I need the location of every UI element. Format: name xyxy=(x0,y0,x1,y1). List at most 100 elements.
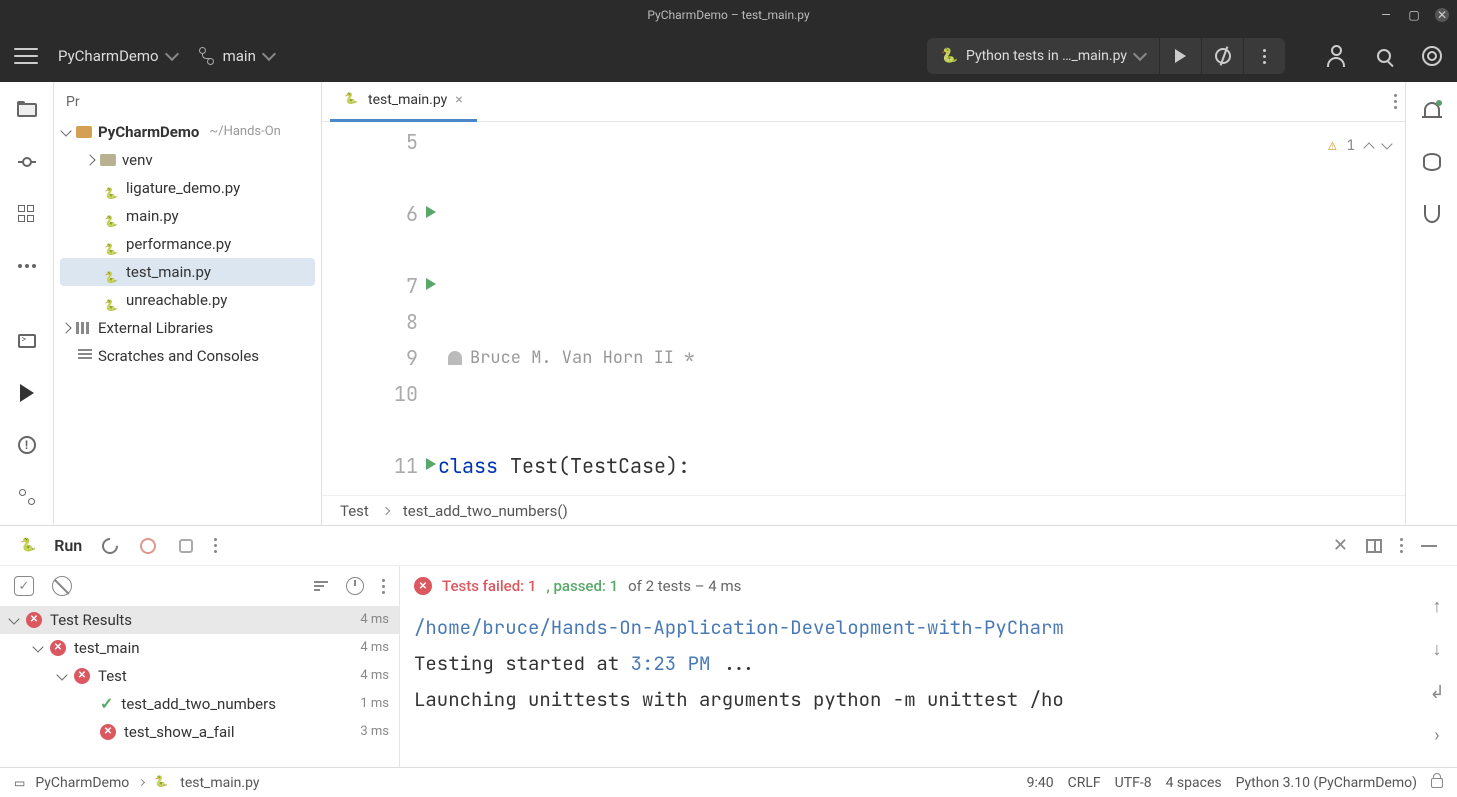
tree-item-file[interactable]: 🐍 unreachable.py xyxy=(54,286,321,314)
debug-button[interactable] xyxy=(1201,38,1243,74)
test-options-button[interactable] xyxy=(382,579,385,594)
history-button[interactable] xyxy=(346,577,364,595)
show-ignored-button[interactable] xyxy=(52,576,72,596)
interpreter-label[interactable]: Python 3.10 (PyCharmDemo) xyxy=(1236,775,1417,791)
project-tool-button[interactable] xyxy=(15,98,39,122)
shield-icon xyxy=(1424,205,1440,223)
problems-tool-button[interactable]: ! xyxy=(15,433,39,457)
settings-button[interactable] xyxy=(1421,45,1443,67)
run-config-selector[interactable]: 🐍 Python tests in …_main.py xyxy=(927,48,1159,64)
editor-area: 🐍 test_main.py × 5 6 7 8 9 10 11 xyxy=(322,82,1405,525)
prev-warning-icon[interactable] xyxy=(1363,142,1374,153)
breadcrumb-item[interactable]: Test xyxy=(340,502,369,520)
project-selector[interactable]: PyCharmDemo xyxy=(58,47,177,65)
rerun-button[interactable] xyxy=(100,536,120,556)
tree-root-path: ~/Hands-On xyxy=(209,118,281,146)
rerun-failed-button[interactable] xyxy=(138,536,158,556)
breadcrumb-file[interactable]: test_main.py xyxy=(180,775,259,791)
project-icon: ▭ xyxy=(14,776,25,790)
run-button[interactable] xyxy=(1159,38,1201,74)
test-tree-panel: ✓ ✕ Test Results 4 ms ✕ test_main xyxy=(0,566,400,767)
python-file-icon: 🐍 xyxy=(104,180,120,196)
commit-tool-button[interactable] xyxy=(15,150,39,174)
file-encoding[interactable]: UTF-8 xyxy=(1115,775,1152,791)
scroll-up-button[interactable]: ↑ xyxy=(1433,596,1442,617)
expand-icon[interactable] xyxy=(84,154,95,165)
main-menu-button[interactable] xyxy=(14,44,38,68)
expand-icon[interactable] xyxy=(8,613,19,624)
minimize-run-button[interactable] xyxy=(1421,545,1437,547)
security-tool-button[interactable] xyxy=(1420,202,1444,226)
test-case-node[interactable]: ✕ test_show_a_fail 3 ms xyxy=(0,718,399,746)
tree-item-label: External Libraries xyxy=(98,314,213,342)
user-plus-icon xyxy=(1327,47,1345,65)
scroll-to-end-button[interactable]: › xyxy=(1434,725,1439,746)
lock-icon[interactable] xyxy=(1431,778,1443,788)
database-tool-button[interactable] xyxy=(1420,150,1444,174)
tree-scratches[interactable]: Scratches and Consoles xyxy=(54,342,321,370)
console-output[interactable]: /home/bruce/Hands-On-Application-Develop… xyxy=(400,606,1417,767)
breadcrumb-project[interactable]: PyCharmDemo xyxy=(35,775,129,791)
tabs-more-button[interactable] xyxy=(1394,94,1397,109)
maximize-icon[interactable]: ▢ xyxy=(1407,8,1421,22)
scroll-down-button[interactable]: ↓ xyxy=(1433,639,1442,660)
expand-icon[interactable] xyxy=(32,641,43,652)
project-tree[interactable]: PyCharmDemo ~/Hands-On venv 🐍 ligature_d… xyxy=(54,118,321,525)
tab-close-icon[interactable]: × xyxy=(455,92,462,108)
breadcrumb-item[interactable]: test_add_two_numbers() xyxy=(403,502,568,520)
gutter: 5 6 7 8 9 10 11 xyxy=(322,122,432,495)
tree-item-file-selected[interactable]: 🐍 test_main.py xyxy=(60,258,315,286)
tree-root[interactable]: PyCharmDemo ~/Hands-On xyxy=(54,118,321,146)
test-case-node[interactable]: ✓ test_add_two_numbers 1 ms xyxy=(0,690,399,718)
structure-tool-button[interactable] xyxy=(15,202,39,226)
run-options-button[interactable] xyxy=(1400,538,1403,553)
close-icon[interactable]: ✕ xyxy=(1435,8,1449,22)
line-separator[interactable]: CRLF xyxy=(1068,775,1101,791)
code-breadcrumb[interactable]: Test test_add_two_numbers() xyxy=(322,495,1405,525)
next-warning-icon[interactable] xyxy=(1381,138,1392,149)
stop-button[interactable] xyxy=(176,536,196,556)
show-passed-button[interactable]: ✓ xyxy=(14,576,34,596)
expand-icon[interactable] xyxy=(56,669,67,680)
search-everywhere-button[interactable] xyxy=(1373,45,1395,67)
test-tree[interactable]: ✕ Test Results 4 ms ✕ test_main 4 ms ✕ T… xyxy=(0,606,399,767)
more-tools-button[interactable] xyxy=(15,254,39,278)
dots-horizontal-icon xyxy=(18,264,36,268)
run-config-label: Python tests in …_main.py xyxy=(966,48,1127,64)
code-content[interactable]: ⚠ 1 Bruce M. Van Horn II * class Test(Te… xyxy=(432,122,1405,495)
sort-button[interactable] xyxy=(314,581,328,591)
editor-tab[interactable]: 🐍 test_main.py × xyxy=(330,82,477,122)
test-node-label: test_show_a_fail xyxy=(124,718,234,746)
tree-item-file[interactable]: 🐍 main.py xyxy=(54,202,321,230)
indent-setting[interactable]: 4 spaces xyxy=(1166,775,1222,791)
test-time: 3 ms xyxy=(360,718,389,746)
split-layout-button[interactable] xyxy=(1366,539,1382,553)
editor-tabs: 🐍 test_main.py × xyxy=(322,82,1405,122)
run-tool-button[interactable] xyxy=(15,381,39,405)
test-results-root[interactable]: ✕ Test Results 4 ms xyxy=(0,606,399,634)
run-more-button[interactable] xyxy=(214,538,217,553)
tree-external-libs[interactable]: External Libraries xyxy=(54,314,321,342)
test-time: 1 ms xyxy=(360,690,389,718)
editor-inspection-widget[interactable]: ⚠ 1 xyxy=(1328,128,1391,164)
test-module-node[interactable]: ✕ test_main 4 ms xyxy=(0,634,399,662)
test-class-node[interactable]: ✕ Test 4 ms xyxy=(0,662,399,690)
console-path[interactable]: /home/bruce/Hands-On-Application-Develop… xyxy=(414,615,1064,640)
run-more-button[interactable] xyxy=(1243,38,1285,74)
hide-run-button[interactable]: ✕ xyxy=(1333,535,1348,556)
expand-icon[interactable] xyxy=(60,322,71,333)
vcs-tool-button[interactable] xyxy=(15,485,39,509)
tree-item-file[interactable]: 🐍 ligature_demo.py xyxy=(54,174,321,202)
code-editor[interactable]: 5 6 7 8 9 10 11 ⚠ 1 Bruce M. Van H xyxy=(322,122,1405,495)
minimize-icon[interactable]: — xyxy=(1379,8,1393,22)
tree-item-venv[interactable]: venv xyxy=(54,146,321,174)
terminal-tool-button[interactable] xyxy=(15,329,39,353)
expand-icon[interactable] xyxy=(60,125,71,136)
tree-item-file[interactable]: 🐍 performance.py xyxy=(54,230,321,258)
nav-breadcrumb[interactable]: ▭ PyCharmDemo 🐍 test_main.py xyxy=(14,775,260,791)
soft-wrap-button[interactable]: ↲ xyxy=(1429,682,1444,703)
cursor-position[interactable]: 9:40 xyxy=(1027,775,1054,791)
code-with-me-button[interactable] xyxy=(1325,45,1347,67)
notifications-button[interactable] xyxy=(1420,98,1444,122)
branch-selector[interactable]: main xyxy=(197,47,274,65)
